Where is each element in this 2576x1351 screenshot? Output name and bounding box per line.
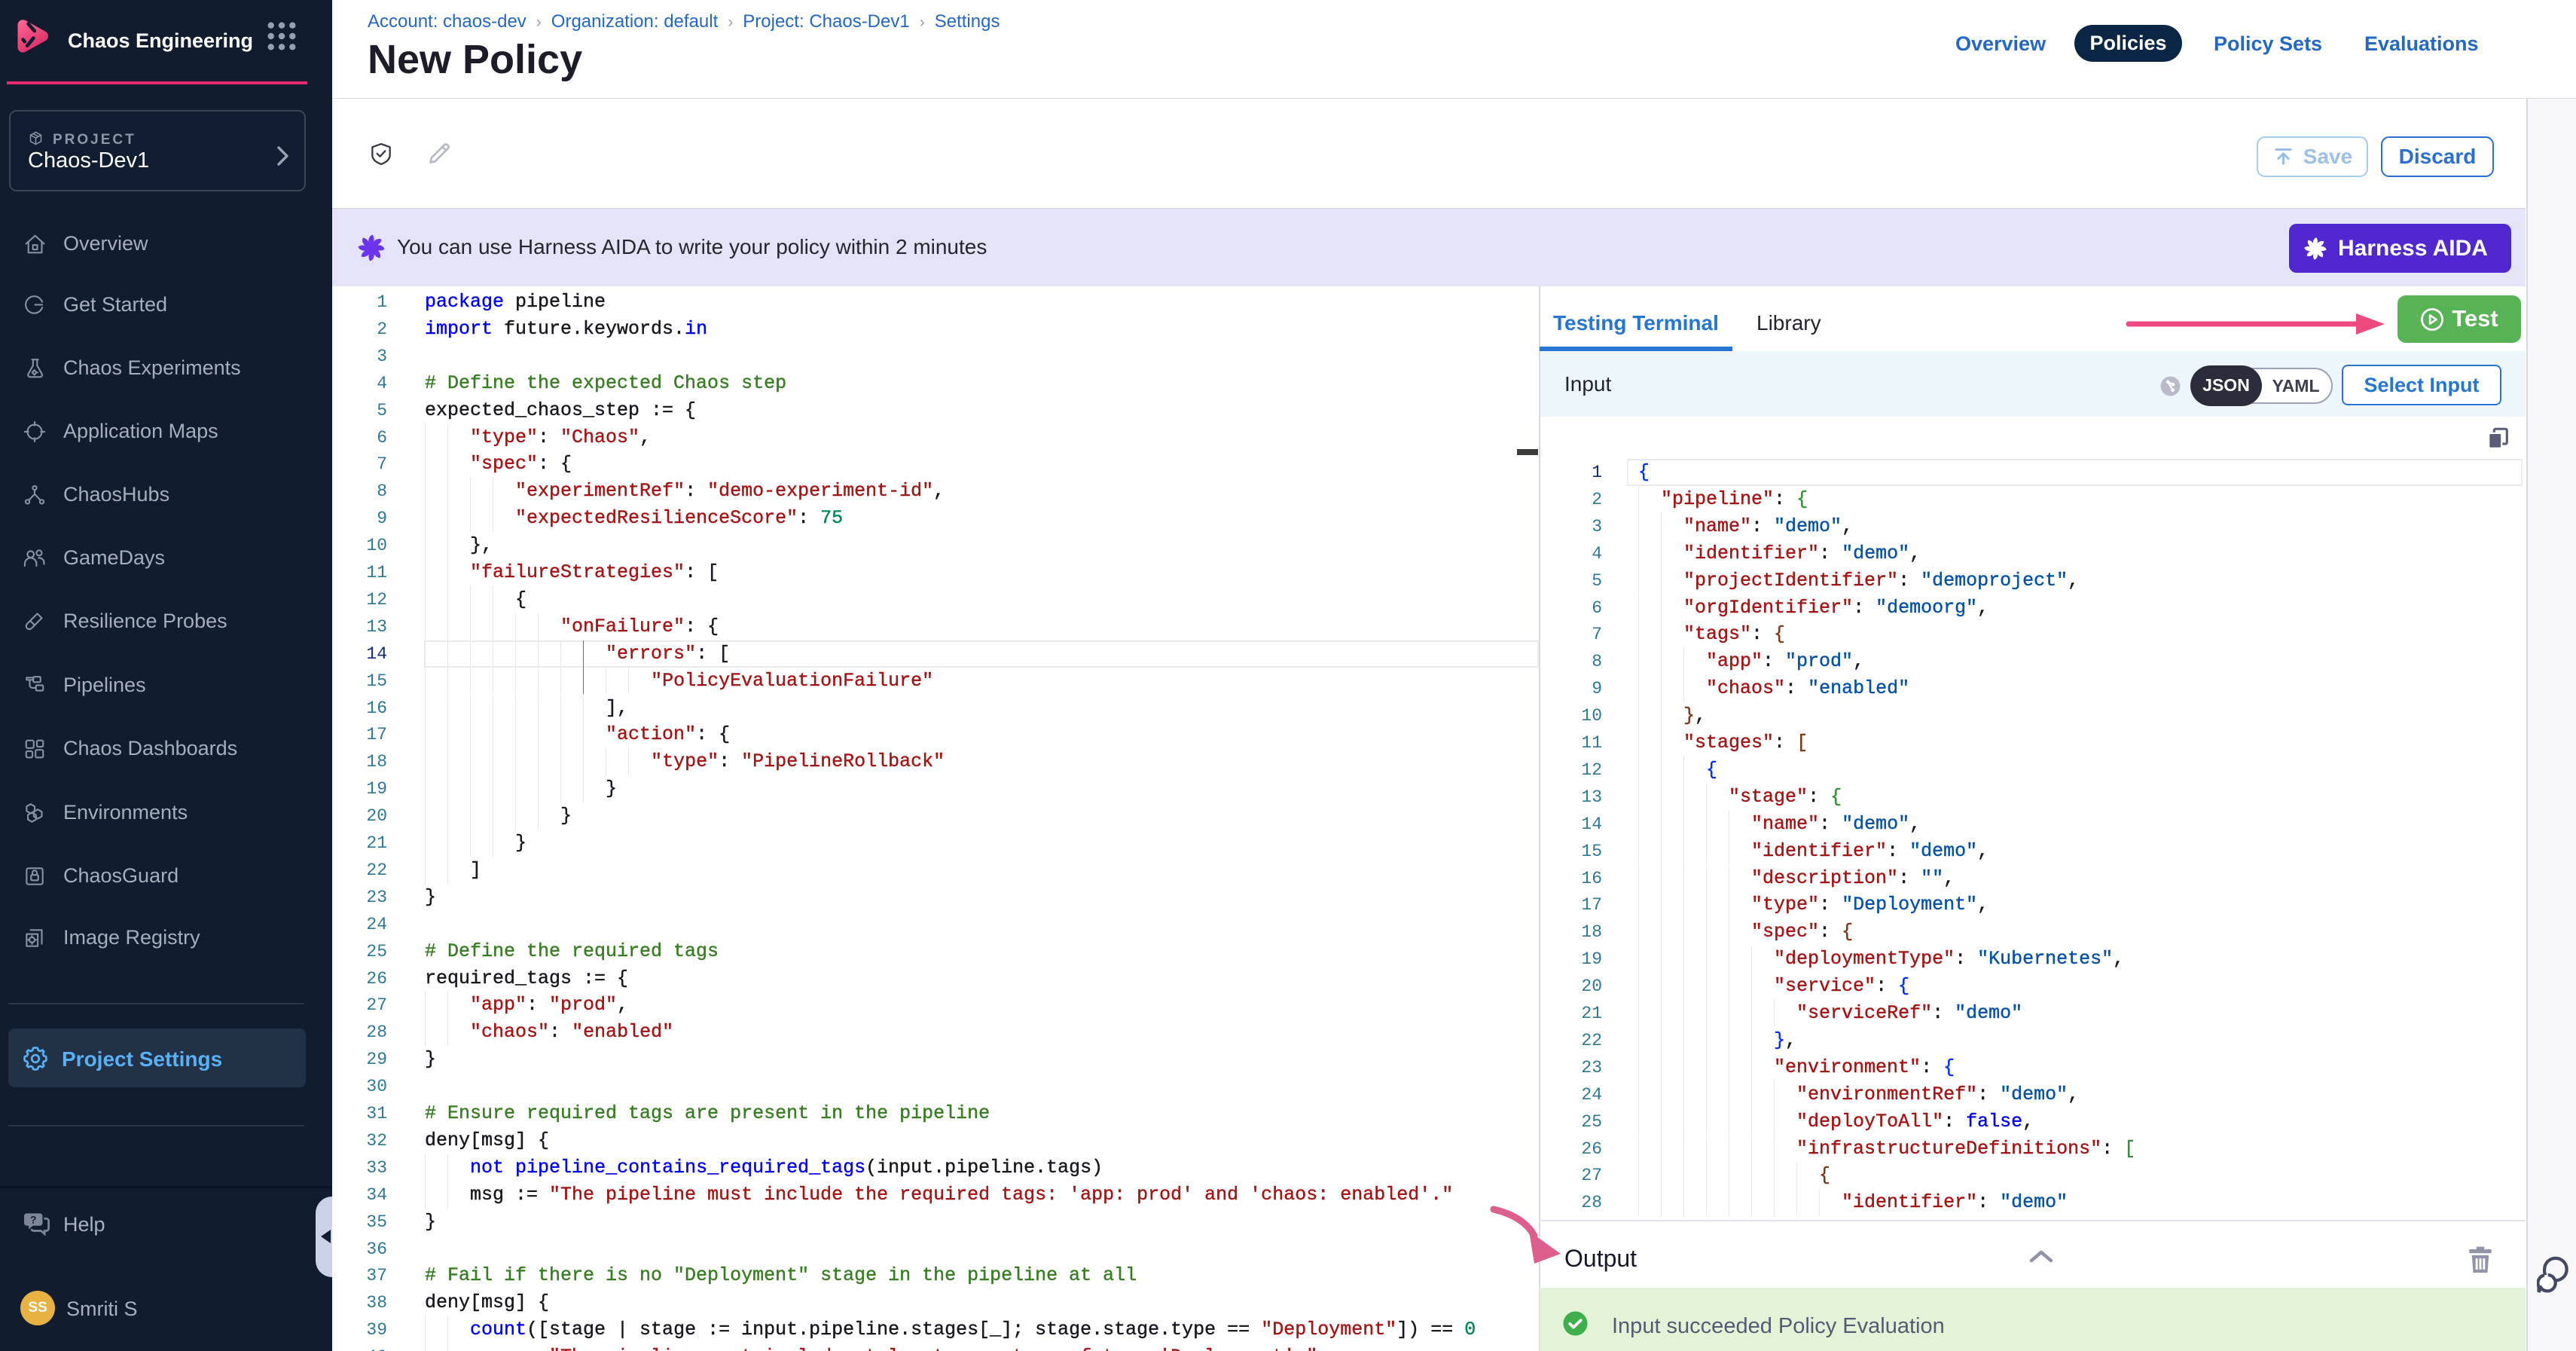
svg-text:?: ? — [30, 1214, 36, 1225]
